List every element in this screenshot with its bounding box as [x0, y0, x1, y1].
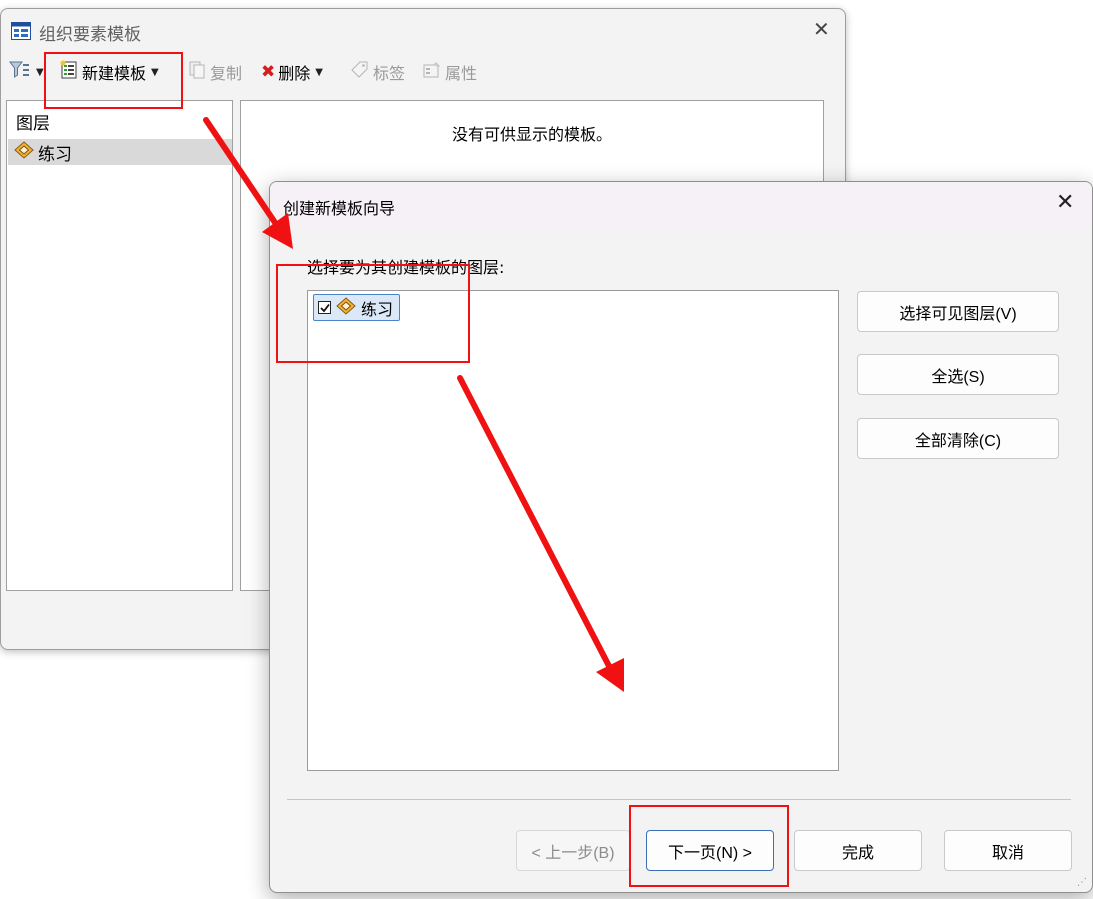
annotation-arrows — [203, 117, 624, 692]
annotation-arrow-2 — [457, 375, 624, 692]
annotation-arrow-1 — [203, 117, 293, 249]
